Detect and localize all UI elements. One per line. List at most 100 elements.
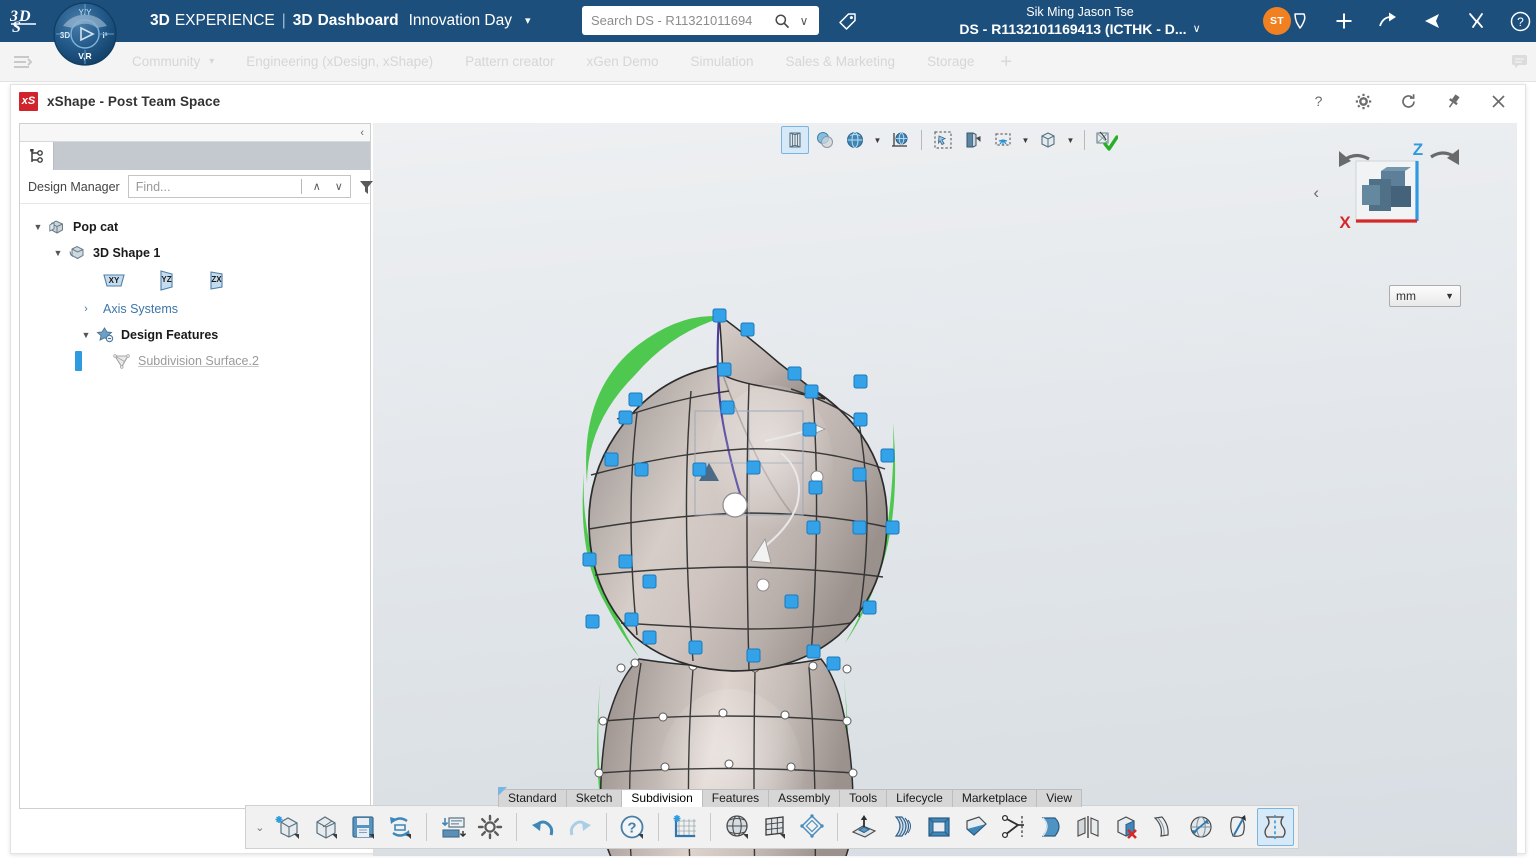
tree-node-subdivision-surface[interactable]: Subdivision Surface.2 — [20, 348, 370, 374]
bevel-edge-icon[interactable] — [958, 808, 995, 846]
help-circle-icon[interactable]: ? — [614, 808, 651, 846]
crease-icon[interactable] — [1144, 808, 1181, 846]
tab-standard[interactable]: Standard — [498, 789, 567, 807]
undo-icon[interactable] — [524, 808, 561, 846]
toolbar-collapse-icon[interactable]: ⌄ — [250, 807, 270, 847]
find-next-icon[interactable]: ∨ — [328, 180, 350, 193]
tab-features[interactable]: Features — [702, 789, 769, 807]
hamburger-menu-icon[interactable] — [0, 42, 46, 82]
dashboard-tab-xgen-demo[interactable]: xGen Demo — [570, 42, 674, 82]
new-shape-icon[interactable] — [270, 808, 307, 846]
tree-node-axis-systems[interactable]: › Axis Systems — [20, 296, 370, 322]
broadcast-icon[interactable] — [1410, 0, 1454, 42]
primitive-plane-icon[interactable] — [756, 808, 793, 846]
tree-node-design-features[interactable]: ▼ Design Features — [20, 322, 370, 348]
primitive-quad-icon[interactable] — [793, 808, 830, 846]
dashboard-tabs: Community ▾ Engineering (xDesign, xShape… — [116, 42, 1022, 82]
chevron-down-icon[interactable]: ▾ — [209, 56, 214, 67]
align-icon[interactable] — [1219, 808, 1256, 846]
help-icon[interactable]: ? — [1296, 85, 1341, 117]
mirror-icon[interactable] — [1070, 808, 1107, 846]
chevron-down-icon[interactable]: ▾ — [525, 14, 531, 27]
tab-tools[interactable]: Tools — [839, 789, 887, 807]
bookmark-icon[interactable] — [1278, 0, 1322, 42]
new-subdivision-icon[interactable] — [666, 808, 703, 846]
tab-sketch[interactable]: Sketch — [566, 789, 623, 807]
share-arrow-icon[interactable] — [1366, 0, 1410, 42]
tab-marketplace[interactable]: Marketplace — [952, 789, 1037, 807]
plane-xy[interactable]: XY — [100, 270, 128, 293]
user-context-block[interactable]: Sik Ming Jason Tse DS - R1132101169413 (… — [930, 2, 1230, 40]
tree-plane-row: XY YZ ZX — [20, 266, 370, 296]
primitive-sphere-icon[interactable] — [718, 808, 755, 846]
bridge-icon[interactable] — [883, 808, 920, 846]
plus-icon[interactable] — [1322, 0, 1366, 42]
symmetry-icon[interactable] — [1257, 808, 1294, 846]
dashboard-tab-simulation[interactable]: Simulation — [674, 42, 769, 82]
3ds-logo-icon[interactable]: 3 D S — [0, 0, 52, 42]
global-search[interactable]: ∨ — [582, 6, 819, 35]
redo-icon[interactable] — [561, 808, 598, 846]
3d-compass-icon[interactable]: Y/Y 3D i³ V,R — [53, 0, 117, 70]
add-dashboard-tab-button[interactable]: + — [990, 52, 1022, 72]
plane-zx[interactable]: ZX — [204, 269, 228, 294]
settings-gear-icon[interactable] — [472, 808, 509, 846]
twisty-expanded-icon[interactable]: ▼ — [50, 248, 66, 258]
tree-node-pop-cat[interactable]: ▼ Pop cat — [20, 214, 370, 240]
twisty-expanded-icon[interactable]: ▼ — [78, 330, 94, 340]
search-icon[interactable] — [771, 13, 793, 29]
dashboard-name[interactable]: Innovation Day — [409, 12, 512, 30]
comment-icon[interactable] — [1511, 54, 1528, 73]
panel-collapse-bar[interactable]: ‹ — [20, 124, 370, 142]
extrude-face-icon[interactable] — [845, 808, 882, 846]
inset-face-icon[interactable] — [920, 808, 957, 846]
chevron-down-icon[interactable]: ∨ — [1193, 20, 1201, 38]
dashboard-tab-community[interactable]: Community ▾ — [116, 42, 230, 82]
brand-separator: | — [282, 12, 286, 30]
pop-cat-subdivision-surface[interactable] — [373, 123, 1517, 856]
dashboard-tab-pattern-creator[interactable]: Pattern creator — [449, 42, 570, 82]
smooth-globe-icon[interactable] — [1182, 808, 1219, 846]
gear-icon[interactable] — [1341, 85, 1386, 117]
twisty-expanded-icon[interactable]: ▼ — [30, 222, 46, 232]
find-previous-icon[interactable]: ∧ — [306, 180, 328, 193]
filter-funnel-icon[interactable] — [359, 179, 374, 195]
tab-assembly[interactable]: Assembly — [768, 789, 840, 807]
tree-node-label[interactable]: Axis Systems — [103, 302, 178, 316]
loop-cut-icon[interactable] — [995, 808, 1032, 846]
chevron-left-icon[interactable]: ‹ — [360, 127, 364, 139]
user-tenant-context[interactable]: DS - R1132101169413 (ICTHK - D... ∨ — [959, 20, 1200, 38]
update-all-icon[interactable] — [382, 808, 419, 846]
close-icon[interactable] — [1476, 85, 1521, 117]
3d-viewport[interactable]: ▼ ▼ ▼ — [373, 123, 1517, 856]
tag-icon[interactable] — [834, 8, 860, 34]
tree-structure-icon[interactable] — [20, 142, 54, 170]
tree-node-label: Subdivision Surface.2 — [138, 354, 259, 368]
help-icon[interactable]: ? — [1498, 0, 1536, 42]
save-icon[interactable] — [344, 808, 381, 846]
svg-text:3D: 3D — [60, 31, 70, 40]
properties-icon[interactable] — [434, 808, 471, 846]
find-box[interactable]: ∧ ∨ — [128, 175, 351, 198]
thicken-icon[interactable] — [1032, 808, 1069, 846]
plane-yz[interactable]: YZ — [154, 269, 178, 294]
search-chevron-down-icon[interactable]: ∨ — [793, 14, 815, 28]
tab-view[interactable]: View — [1036, 789, 1082, 807]
tree-node-3d-shape-1[interactable]: ▼ 3D Shape 1 — [20, 240, 370, 266]
dashboard-tab-sales-marketing[interactable]: Sales & Marketing — [770, 42, 912, 82]
pin-icon[interactable] — [1431, 85, 1476, 117]
delete-face-icon[interactable] — [1107, 808, 1144, 846]
twisty-collapsed-icon[interactable]: › — [78, 303, 94, 315]
tab-subdivision[interactable]: Subdivision — [621, 789, 702, 807]
refresh-icon[interactable] — [1386, 85, 1431, 117]
dashboard-tab-storage[interactable]: Storage — [911, 42, 990, 82]
open-shape-icon[interactable] — [307, 808, 344, 846]
dashboard-tab-engineering[interactable]: Engineering (xDesign, xShape) — [230, 42, 449, 82]
find-input[interactable] — [136, 180, 297, 194]
dashboard-tab-bar: Community ▾ Engineering (xDesign, xShape… — [0, 42, 1536, 82]
collab-icon[interactable] — [1454, 0, 1498, 42]
page-title: xShape - Post Team Space — [47, 94, 220, 109]
toolbar-separator — [658, 813, 659, 841]
search-input[interactable] — [591, 13, 771, 28]
tab-lifecycle[interactable]: Lifecycle — [886, 789, 953, 807]
